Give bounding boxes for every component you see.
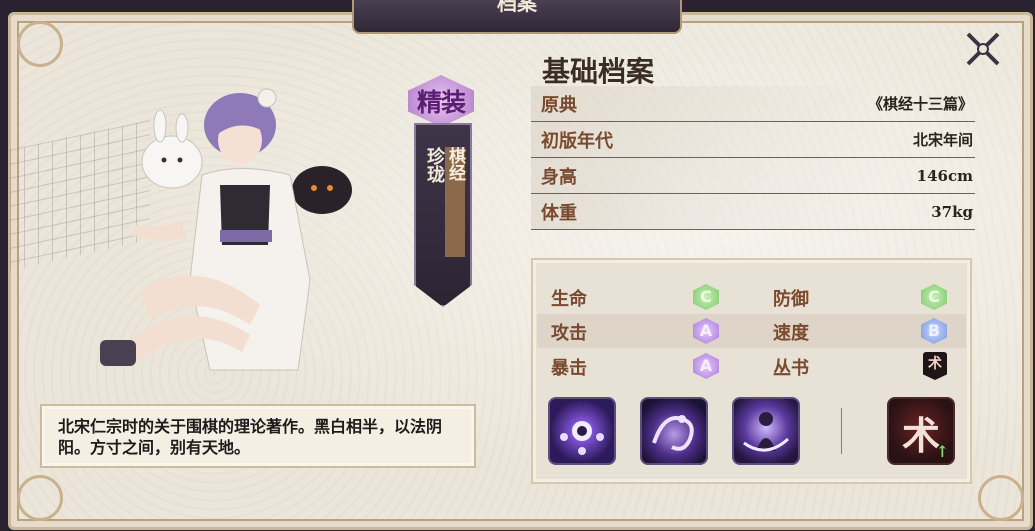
eye-orb-icon [560,421,604,455]
upgrade-arrow-icon: ↑ [935,442,949,461]
stat-label-book: 丛书 [773,358,809,379]
skill-button-2[interactable] [640,397,708,465]
skill-button-3[interactable] [732,397,800,465]
skill-divider [841,408,842,454]
info-label: 原典 [541,94,577,116]
skill-book-button[interactable]: 术 ↑ [887,397,955,465]
close-icon [966,32,1000,66]
info-title: 基础档案 [542,55,655,88]
stat-row: 暴击 A 丛书 术 [537,349,966,383]
info-value: 北宋年间 [912,131,973,149]
stat-label-crit: 暴击 [551,358,587,379]
grade-a-icon: A [693,318,719,344]
character-portrait [100,88,352,371]
rarity-badge: 精装 珍珑 棋经 [408,75,474,310]
info-table: 原典 《棋经十三篇》 初版年代 北宋年间 身高 146cm 体重 37kg [531,86,975,230]
grade-b-icon: B [921,318,947,344]
info-value: 《棋经十三篇》 [867,95,973,113]
book-series-icon: 术 [923,352,947,380]
stat-row: 生命 C 防御 C [537,280,966,314]
info-value: 146cm [916,166,973,185]
badge-rarity: 珍珑 [424,147,445,183]
stat-row: 攻击 A 速度 B [537,314,966,348]
character-description: 北宋仁宗时的关于围棋的理论著作。黑白相半，以法阴阳。方寸之间，别有天地。 [40,404,476,468]
corner-ornament-icon [17,21,63,67]
corner-ornament-icon [17,475,63,521]
grade-c-icon: C [921,284,947,310]
info-value: 37kg [931,202,973,221]
dragon-icon [652,415,694,451]
stat-label-attack: 攻击 [551,323,587,344]
page-title: 档案 [352,0,682,34]
info-row-era: 初版年代 北宋年间 [531,122,975,158]
corner-ornament-icon [978,475,1024,521]
info-row-weight: 体重 37kg [531,194,975,230]
spirit-figure-icon [743,412,790,452]
stat-label-defense: 防御 [773,289,809,310]
info-label: 体重 [541,202,577,224]
skill-button-1[interactable] [548,397,616,465]
info-label: 身高 [541,166,577,188]
badge-type: 棋经 [445,147,465,257]
info-row-source: 原典 《棋经十三篇》 [531,86,975,122]
grade-c-icon: C [693,284,719,310]
close-button[interactable] [960,26,1006,72]
stat-label-speed: 速度 [773,323,809,344]
info-row-height: 身高 146cm [531,158,975,194]
badge-ribbon: 珍珑 棋经 [414,123,472,307]
badge-tier: 精装 [408,75,474,127]
grade-a-icon: A [693,353,719,379]
info-label: 初版年代 [541,130,613,152]
stat-label-hp: 生命 [551,289,587,310]
